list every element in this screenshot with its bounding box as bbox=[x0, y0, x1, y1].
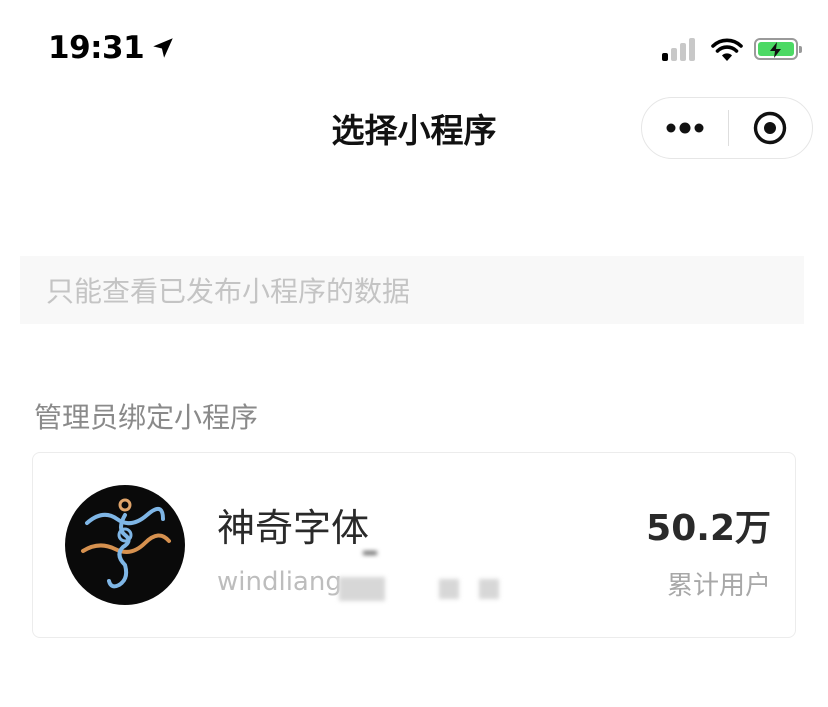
app-card[interactable]: 神奇字体 windliang 50.2万 累计用户 bbox=[32, 452, 796, 638]
redacted-mark bbox=[363, 551, 377, 555]
more-dots-icon bbox=[666, 122, 704, 134]
notice-banner: 只能查看已发布小程序的数据 bbox=[20, 256, 804, 324]
app-id: windliang bbox=[217, 567, 342, 597]
page: 19:31 选择小程序 只能查看已发布小程序的数据 管理员绑定小程序 神奇字体 … bbox=[0, 0, 828, 707]
charging-bolt-icon bbox=[770, 42, 781, 58]
app-logo-icon bbox=[81, 498, 171, 589]
cellular-signal-icon bbox=[662, 37, 698, 61]
redacted-mark bbox=[439, 579, 459, 599]
wifi-icon bbox=[711, 38, 743, 61]
close-button[interactable] bbox=[729, 98, 813, 158]
redacted-mark bbox=[479, 579, 499, 599]
status-bar: 19:31 bbox=[0, 0, 828, 90]
location-arrow-icon bbox=[153, 38, 173, 58]
app-stat-label: 累计用户 bbox=[666, 571, 771, 601]
notice-text: 只能查看已发布小程序的数据 bbox=[46, 275, 411, 308]
section-title: 管理员绑定小程序 bbox=[34, 401, 259, 434]
redacted-mark bbox=[339, 577, 385, 601]
status-time-text: 19:31 bbox=[48, 30, 145, 66]
status-time: 19:31 bbox=[48, 30, 176, 66]
status-right bbox=[662, 36, 802, 62]
app-stat-value: 50.2万 bbox=[646, 508, 771, 549]
close-target-icon bbox=[754, 111, 787, 145]
battery-icon bbox=[754, 38, 802, 60]
battery-cap bbox=[799, 46, 802, 53]
app-name: 神奇字体 bbox=[217, 506, 370, 550]
app-logo bbox=[65, 485, 185, 605]
menu-capsule bbox=[641, 97, 813, 159]
more-button[interactable] bbox=[642, 98, 728, 158]
